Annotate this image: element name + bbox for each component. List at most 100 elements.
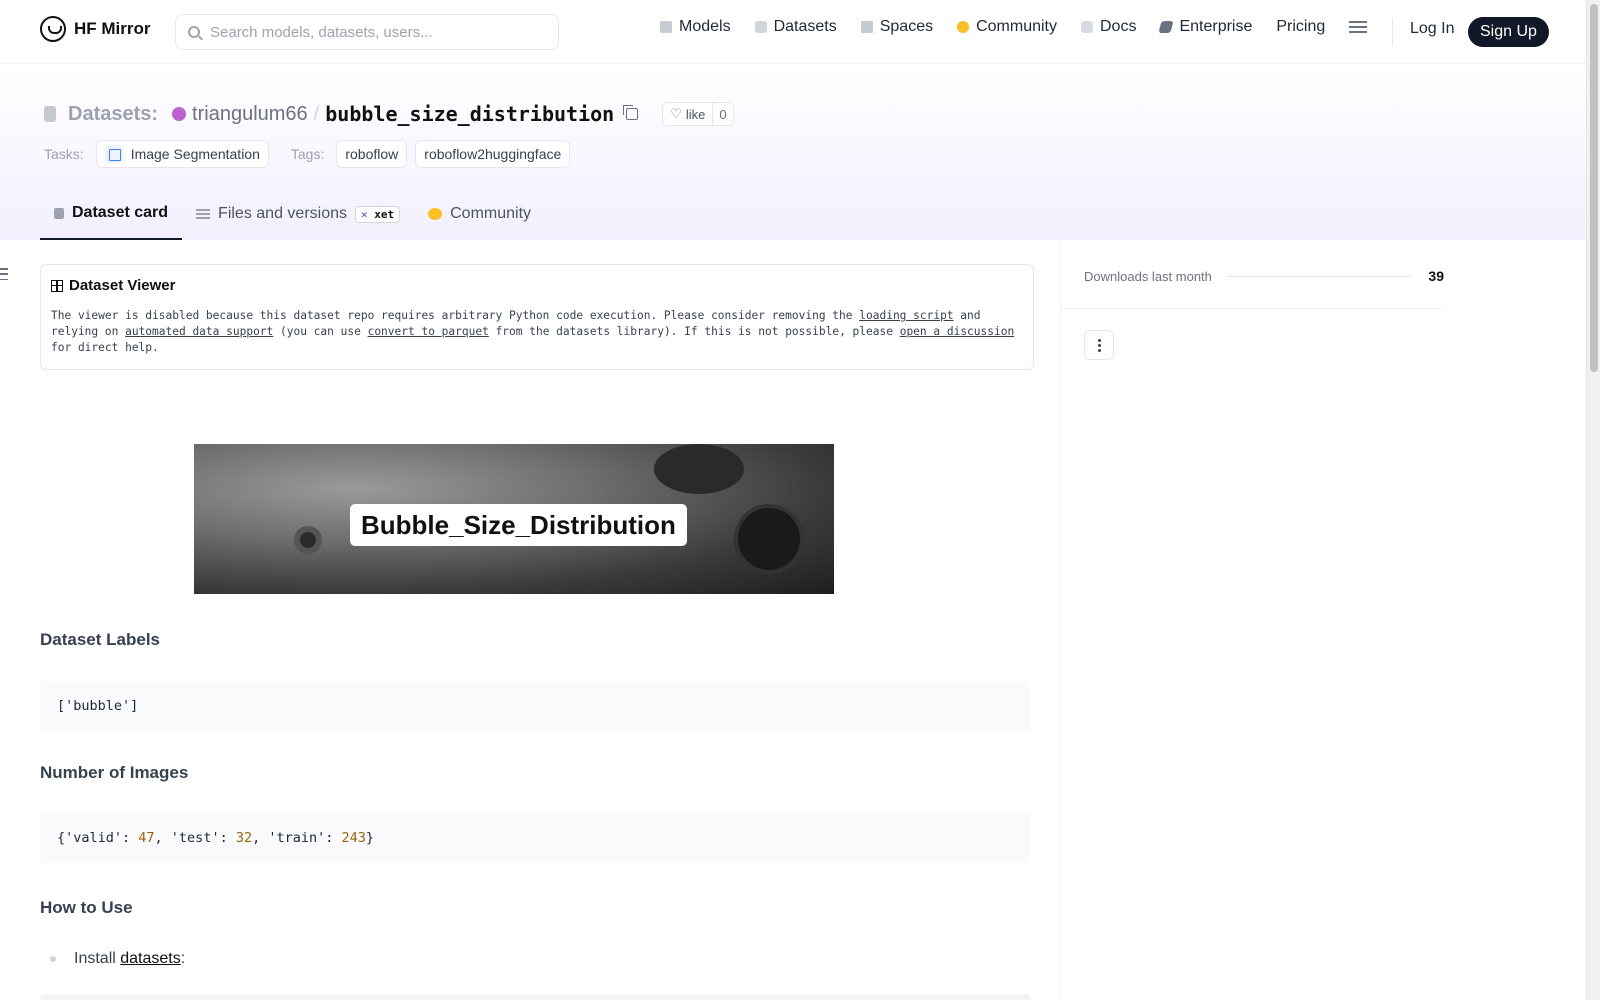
nav-divider: [1392, 18, 1393, 46]
nav-spaces-label: Spaces: [879, 18, 934, 35]
tags-row: Tasks: Image Segmentation Tags: roboflow…: [44, 140, 571, 168]
nav-models[interactable]: Models: [660, 18, 731, 36]
sidebar-divider: [1062, 308, 1444, 309]
viewer-message: The viewer is disabled because this data…: [51, 309, 1015, 354]
labels-code: ['bubble']: [40, 681, 1030, 731]
book-icon: [1081, 21, 1093, 33]
nav-datasets-label: Datasets: [773, 18, 837, 35]
convert-to-parquet-link[interactable]: convert to parquet: [368, 325, 489, 338]
nav-pricing[interactable]: Pricing: [1276, 18, 1325, 36]
tag-roboflow[interactable]: roboflow: [336, 140, 408, 168]
nav-docs-label: Docs: [1100, 18, 1137, 35]
path-separator: /: [313, 102, 320, 125]
datasets-link[interactable]: datasets: [120, 950, 180, 967]
files-icon: [196, 209, 211, 219]
segmentation-icon: [104, 145, 123, 163]
bubble-shape: [294, 526, 322, 554]
downloads-stat: Downloads last month 39: [1084, 268, 1444, 284]
downloads-value: 39: [1428, 268, 1444, 284]
search-icon: [188, 26, 200, 38]
tab-files-and-versions[interactable]: Files and versions ✕ xet: [182, 188, 414, 240]
tab-dataset-card-label: Dataset card: [72, 204, 169, 221]
copy-icon[interactable]: [623, 105, 639, 120]
code-block-partial: [40, 994, 1030, 1000]
cube-icon: [660, 21, 672, 33]
repo-title: Datasets: triangulum66 / bubble_size_dis…: [44, 102, 734, 126]
nav-enterprise[interactable]: Enterprise: [1158, 18, 1253, 36]
images-heading: Number of Images: [40, 763, 189, 782]
scrollbar-thumb[interactable]: [1590, 4, 1598, 372]
brand-name: HF Mirror: [74, 19, 151, 38]
train-count: 243: [341, 830, 366, 846]
task-tag-label: Image Segmentation: [130, 146, 260, 162]
task-tag[interactable]: Image Segmentation: [95, 140, 269, 168]
search-input[interactable]: [210, 23, 540, 41]
nav-community[interactable]: Community: [957, 18, 1057, 36]
bubble-shape: [654, 444, 744, 494]
signup-button[interactable]: Sign Up: [1468, 17, 1549, 47]
nav-datasets[interactable]: Datasets: [754, 18, 837, 36]
automated-data-support-link[interactable]: automated data support: [125, 325, 273, 338]
tags-label: Tags:: [290, 146, 325, 162]
banner-label: Bubble_Size_Distribution: [350, 504, 687, 546]
like-label: like: [685, 106, 706, 122]
valid-count: 47: [138, 830, 155, 846]
nav-community-label: Community: [976, 18, 1057, 35]
dataset-viewer-notice: Dataset Viewer The viewer is disabled be…: [40, 264, 1034, 370]
community-icon: [957, 21, 970, 33]
like-widget: ♡ like 0: [662, 102, 734, 126]
brand-link[interactable]: HF Mirror: [40, 16, 151, 42]
test-count: 32: [235, 830, 253, 846]
tab-community[interactable]: Community: [414, 188, 545, 240]
cube-icon: [54, 207, 64, 219]
community-icon: [428, 208, 443, 220]
repo-tabs: Dataset card Files and versions ✕ xet Co…: [40, 188, 545, 240]
xet-badge: ✕ xet: [355, 205, 401, 223]
tab-files-label: Files and versions: [218, 205, 347, 222]
more-options-icon[interactable]: [1084, 330, 1114, 360]
more-menu-icon[interactable]: [1349, 21, 1368, 33]
like-count[interactable]: 0: [713, 103, 732, 125]
owner-avatar: [172, 107, 187, 121]
viewer-title-text: Dataset Viewer: [69, 277, 176, 294]
repo-header: Datasets: triangulum66 / bubble_size_dis…: [0, 64, 1586, 240]
right-column-divider: [1060, 240, 1061, 1000]
nav-pricing-label: Pricing: [1276, 18, 1326, 35]
howto-heading: How to Use: [40, 898, 133, 917]
enterprise-icon: [1158, 21, 1175, 33]
nav-enterprise-label: Enterprise: [1179, 18, 1253, 35]
tab-dataset-card[interactable]: Dataset card: [40, 188, 183, 240]
dotted-rule: [1227, 275, 1413, 277]
loading-script-link[interactable]: loading script: [859, 309, 953, 322]
nav-docs[interactable]: Docs: [1081, 18, 1136, 36]
grid-icon: [860, 21, 873, 33]
repo-name[interactable]: bubble_size_distribution: [325, 102, 614, 126]
login-link[interactable]: Log In: [1410, 20, 1454, 38]
viewer-title: Dataset Viewer: [51, 277, 1023, 294]
nav-spaces[interactable]: Spaces: [860, 18, 934, 36]
top-navbar: HF Mirror Models Datasets Spaces Communi…: [0, 0, 1586, 64]
dataset-banner-image: Bubble_Size_Distribution: [194, 444, 834, 594]
search-box[interactable]: [175, 14, 559, 50]
tag-roboflow2huggingface[interactable]: roboflow2huggingface: [415, 140, 571, 168]
sidebar-toggle-icon[interactable]: [0, 268, 8, 280]
hf-logo-icon: [40, 16, 66, 42]
database-icon: [754, 21, 767, 33]
like-button[interactable]: ♡ like: [663, 103, 714, 125]
list-item: Install datasets:: [50, 950, 185, 968]
open-discussion-link[interactable]: open a discussion: [900, 325, 1015, 338]
repo-owner[interactable]: triangulum66: [192, 103, 308, 126]
bubble-shape: [734, 504, 804, 574]
table-icon: [51, 279, 63, 292]
repo-kind[interactable]: Datasets:: [68, 103, 158, 126]
heart-icon: ♡: [670, 106, 682, 121]
downloads-label: Downloads last month: [1084, 268, 1212, 284]
bullet-dot: [50, 956, 56, 962]
images-code: {'valid': 47, 'test': 32, 'train': 243}: [40, 813, 1030, 863]
page-scrollbar[interactable]: [1586, 0, 1600, 1000]
labels-heading: Dataset Labels: [40, 630, 160, 649]
tasks-label: Tasks:: [44, 146, 84, 162]
tab-community-label: Community: [450, 205, 532, 222]
nav-links: Models Datasets Spaces Community Docs En…: [660, 18, 1368, 36]
nav-models-label: Models: [679, 18, 731, 35]
